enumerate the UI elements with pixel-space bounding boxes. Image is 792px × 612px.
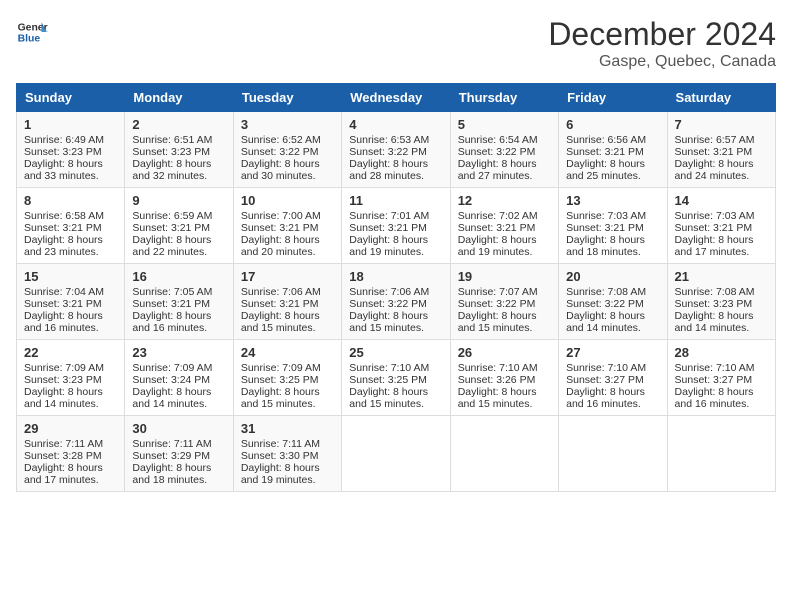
day-cell-empty-4-5 bbox=[559, 416, 667, 492]
logo: General Blue bbox=[16, 16, 48, 48]
day-cell-19: 19Sunrise: 7:07 AMSunset: 3:22 PMDayligh… bbox=[450, 264, 558, 340]
day-cell-16: 16Sunrise: 7:05 AMSunset: 3:21 PMDayligh… bbox=[125, 264, 233, 340]
calendar-subtitle: Gaspe, Quebec, Canada bbox=[548, 53, 776, 71]
day-cell-24: 24Sunrise: 7:09 AMSunset: 3:25 PMDayligh… bbox=[233, 340, 341, 416]
day-cell-15: 15Sunrise: 7:04 AMSunset: 3:21 PMDayligh… bbox=[17, 264, 125, 340]
day-cell-2: 2Sunrise: 6:51 AMSunset: 3:23 PMDaylight… bbox=[125, 112, 233, 188]
day-cell-26: 26Sunrise: 7:10 AMSunset: 3:26 PMDayligh… bbox=[450, 340, 558, 416]
day-cell-5: 5Sunrise: 6:54 AMSunset: 3:22 PMDaylight… bbox=[450, 112, 558, 188]
calendar-table: Sunday Monday Tuesday Wednesday Thursday… bbox=[16, 83, 776, 492]
day-cell-9: 9Sunrise: 6:59 AMSunset: 3:21 PMDaylight… bbox=[125, 188, 233, 264]
day-cell-23: 23Sunrise: 7:09 AMSunset: 3:24 PMDayligh… bbox=[125, 340, 233, 416]
day-cell-17: 17Sunrise: 7:06 AMSunset: 3:21 PMDayligh… bbox=[233, 264, 341, 340]
day-cell-20: 20Sunrise: 7:08 AMSunset: 3:22 PMDayligh… bbox=[559, 264, 667, 340]
week-row-3: 15Sunrise: 7:04 AMSunset: 3:21 PMDayligh… bbox=[17, 264, 776, 340]
day-cell-4: 4Sunrise: 6:53 AMSunset: 3:22 PMDaylight… bbox=[342, 112, 450, 188]
week-row-4: 22Sunrise: 7:09 AMSunset: 3:23 PMDayligh… bbox=[17, 340, 776, 416]
day-cell-7: 7Sunrise: 6:57 AMSunset: 3:21 PMDaylight… bbox=[667, 112, 775, 188]
col-saturday: Saturday bbox=[667, 84, 775, 112]
day-cell-27: 27Sunrise: 7:10 AMSunset: 3:27 PMDayligh… bbox=[559, 340, 667, 416]
day-cell-14: 14Sunrise: 7:03 AMSunset: 3:21 PMDayligh… bbox=[667, 188, 775, 264]
day-cell-10: 10Sunrise: 7:00 AMSunset: 3:21 PMDayligh… bbox=[233, 188, 341, 264]
day-cell-31: 31Sunrise: 7:11 AMSunset: 3:30 PMDayligh… bbox=[233, 416, 341, 492]
week-row-1: 1Sunrise: 6:49 AMSunset: 3:23 PMDaylight… bbox=[17, 112, 776, 188]
calendar-title: December 2024 bbox=[548, 16, 776, 53]
col-wednesday: Wednesday bbox=[342, 84, 450, 112]
day-cell-30: 30Sunrise: 7:11 AMSunset: 3:29 PMDayligh… bbox=[125, 416, 233, 492]
day-cell-6: 6Sunrise: 6:56 AMSunset: 3:21 PMDaylight… bbox=[559, 112, 667, 188]
week-row-2: 8Sunrise: 6:58 AMSunset: 3:21 PMDaylight… bbox=[17, 188, 776, 264]
week-row-5: 29Sunrise: 7:11 AMSunset: 3:28 PMDayligh… bbox=[17, 416, 776, 492]
day-cell-empty-4-3 bbox=[342, 416, 450, 492]
day-cell-25: 25Sunrise: 7:10 AMSunset: 3:25 PMDayligh… bbox=[342, 340, 450, 416]
day-cell-11: 11Sunrise: 7:01 AMSunset: 3:21 PMDayligh… bbox=[342, 188, 450, 264]
day-cell-1: 1Sunrise: 6:49 AMSunset: 3:23 PMDaylight… bbox=[17, 112, 125, 188]
day-cell-3: 3Sunrise: 6:52 AMSunset: 3:22 PMDaylight… bbox=[233, 112, 341, 188]
day-cell-empty-4-4 bbox=[450, 416, 558, 492]
col-monday: Monday bbox=[125, 84, 233, 112]
logo-icon: General Blue bbox=[16, 16, 48, 48]
header: General Blue December 2024 Gaspe, Quebec… bbox=[16, 16, 776, 71]
day-cell-18: 18Sunrise: 7:06 AMSunset: 3:22 PMDayligh… bbox=[342, 264, 450, 340]
day-cell-28: 28Sunrise: 7:10 AMSunset: 3:27 PMDayligh… bbox=[667, 340, 775, 416]
col-friday: Friday bbox=[559, 84, 667, 112]
svg-text:Blue: Blue bbox=[18, 34, 41, 45]
header-row: Sunday Monday Tuesday Wednesday Thursday… bbox=[17, 84, 776, 112]
col-thursday: Thursday bbox=[450, 84, 558, 112]
title-section: December 2024 Gaspe, Quebec, Canada bbox=[548, 16, 776, 71]
col-tuesday: Tuesday bbox=[233, 84, 341, 112]
day-cell-22: 22Sunrise: 7:09 AMSunset: 3:23 PMDayligh… bbox=[17, 340, 125, 416]
day-cell-empty-4-6 bbox=[667, 416, 775, 492]
col-sunday: Sunday bbox=[17, 84, 125, 112]
day-cell-21: 21Sunrise: 7:08 AMSunset: 3:23 PMDayligh… bbox=[667, 264, 775, 340]
day-cell-13: 13Sunrise: 7:03 AMSunset: 3:21 PMDayligh… bbox=[559, 188, 667, 264]
day-cell-12: 12Sunrise: 7:02 AMSunset: 3:21 PMDayligh… bbox=[450, 188, 558, 264]
day-cell-8: 8Sunrise: 6:58 AMSunset: 3:21 PMDaylight… bbox=[17, 188, 125, 264]
day-cell-29: 29Sunrise: 7:11 AMSunset: 3:28 PMDayligh… bbox=[17, 416, 125, 492]
